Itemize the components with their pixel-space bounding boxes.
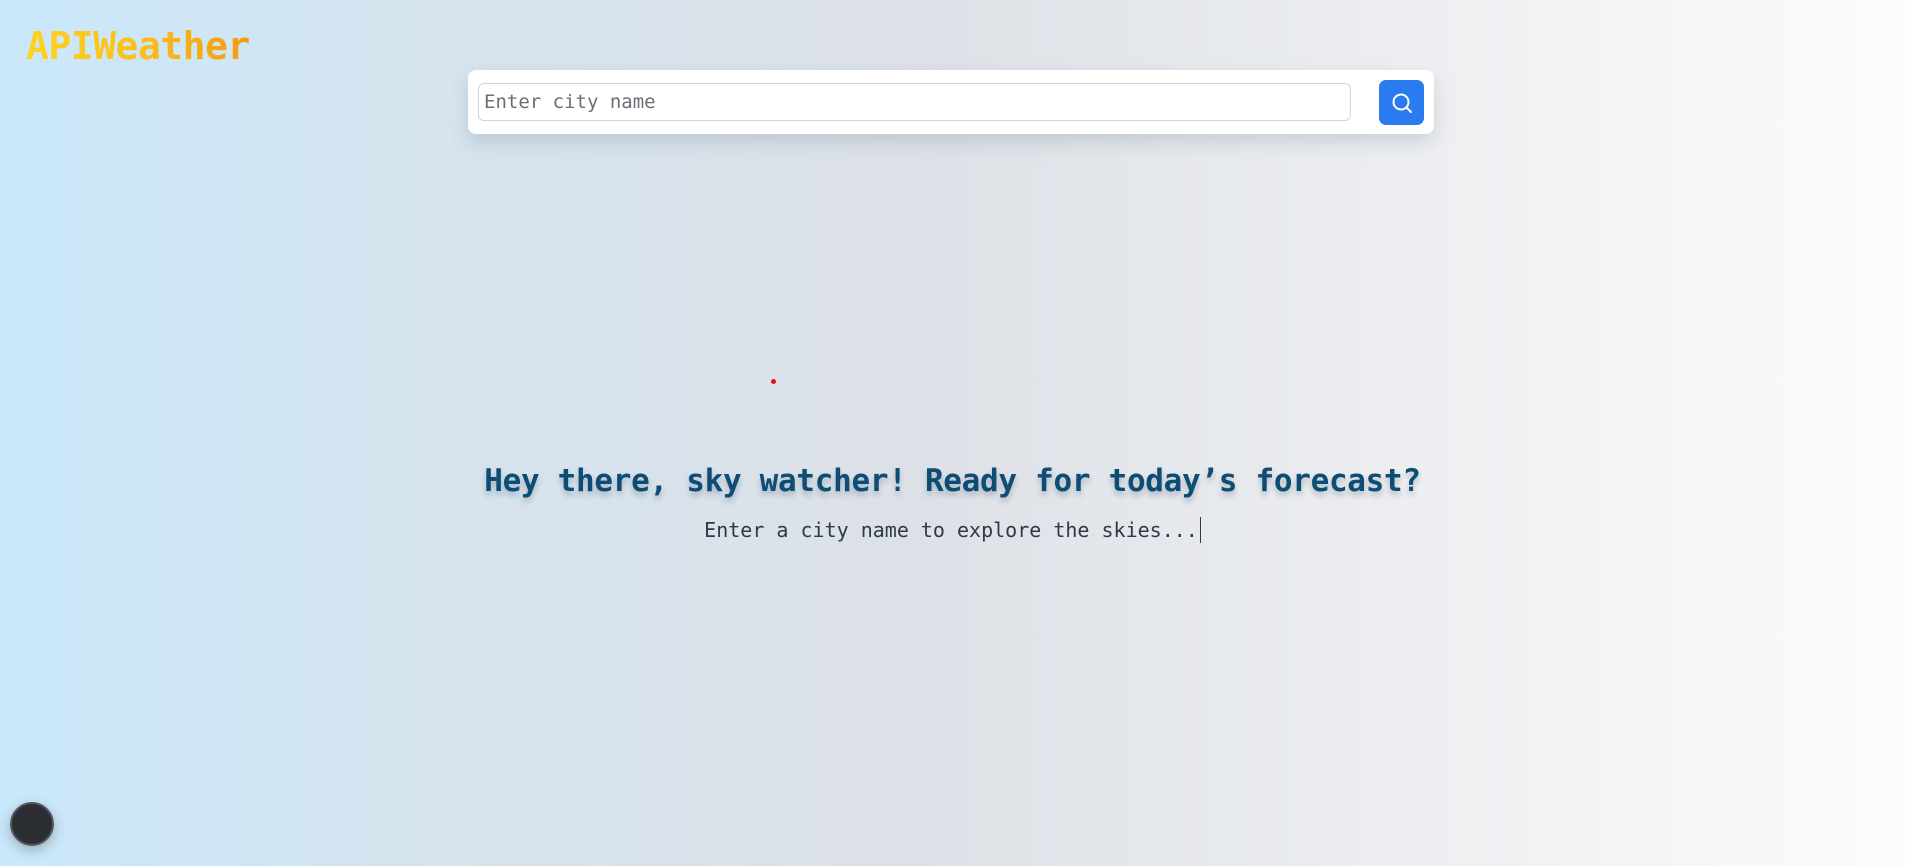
theme-toggle-button[interactable] xyxy=(10,802,54,846)
search-button[interactable] xyxy=(1379,80,1424,125)
city-search-input[interactable] xyxy=(478,83,1351,121)
hero-headline: Hey there, sky watcher! Ready for today’… xyxy=(484,463,1421,499)
hero-subline-text: Enter a city name to explore the skies..… xyxy=(704,518,1198,542)
typing-cursor xyxy=(1199,517,1201,543)
search-icon xyxy=(1392,93,1412,113)
app-logo[interactable]: APIWeather xyxy=(26,24,250,68)
search-bar xyxy=(468,70,1434,134)
indicator-dot xyxy=(771,379,776,384)
hero-subline: Enter a city name to explore the skies..… xyxy=(0,517,1905,543)
